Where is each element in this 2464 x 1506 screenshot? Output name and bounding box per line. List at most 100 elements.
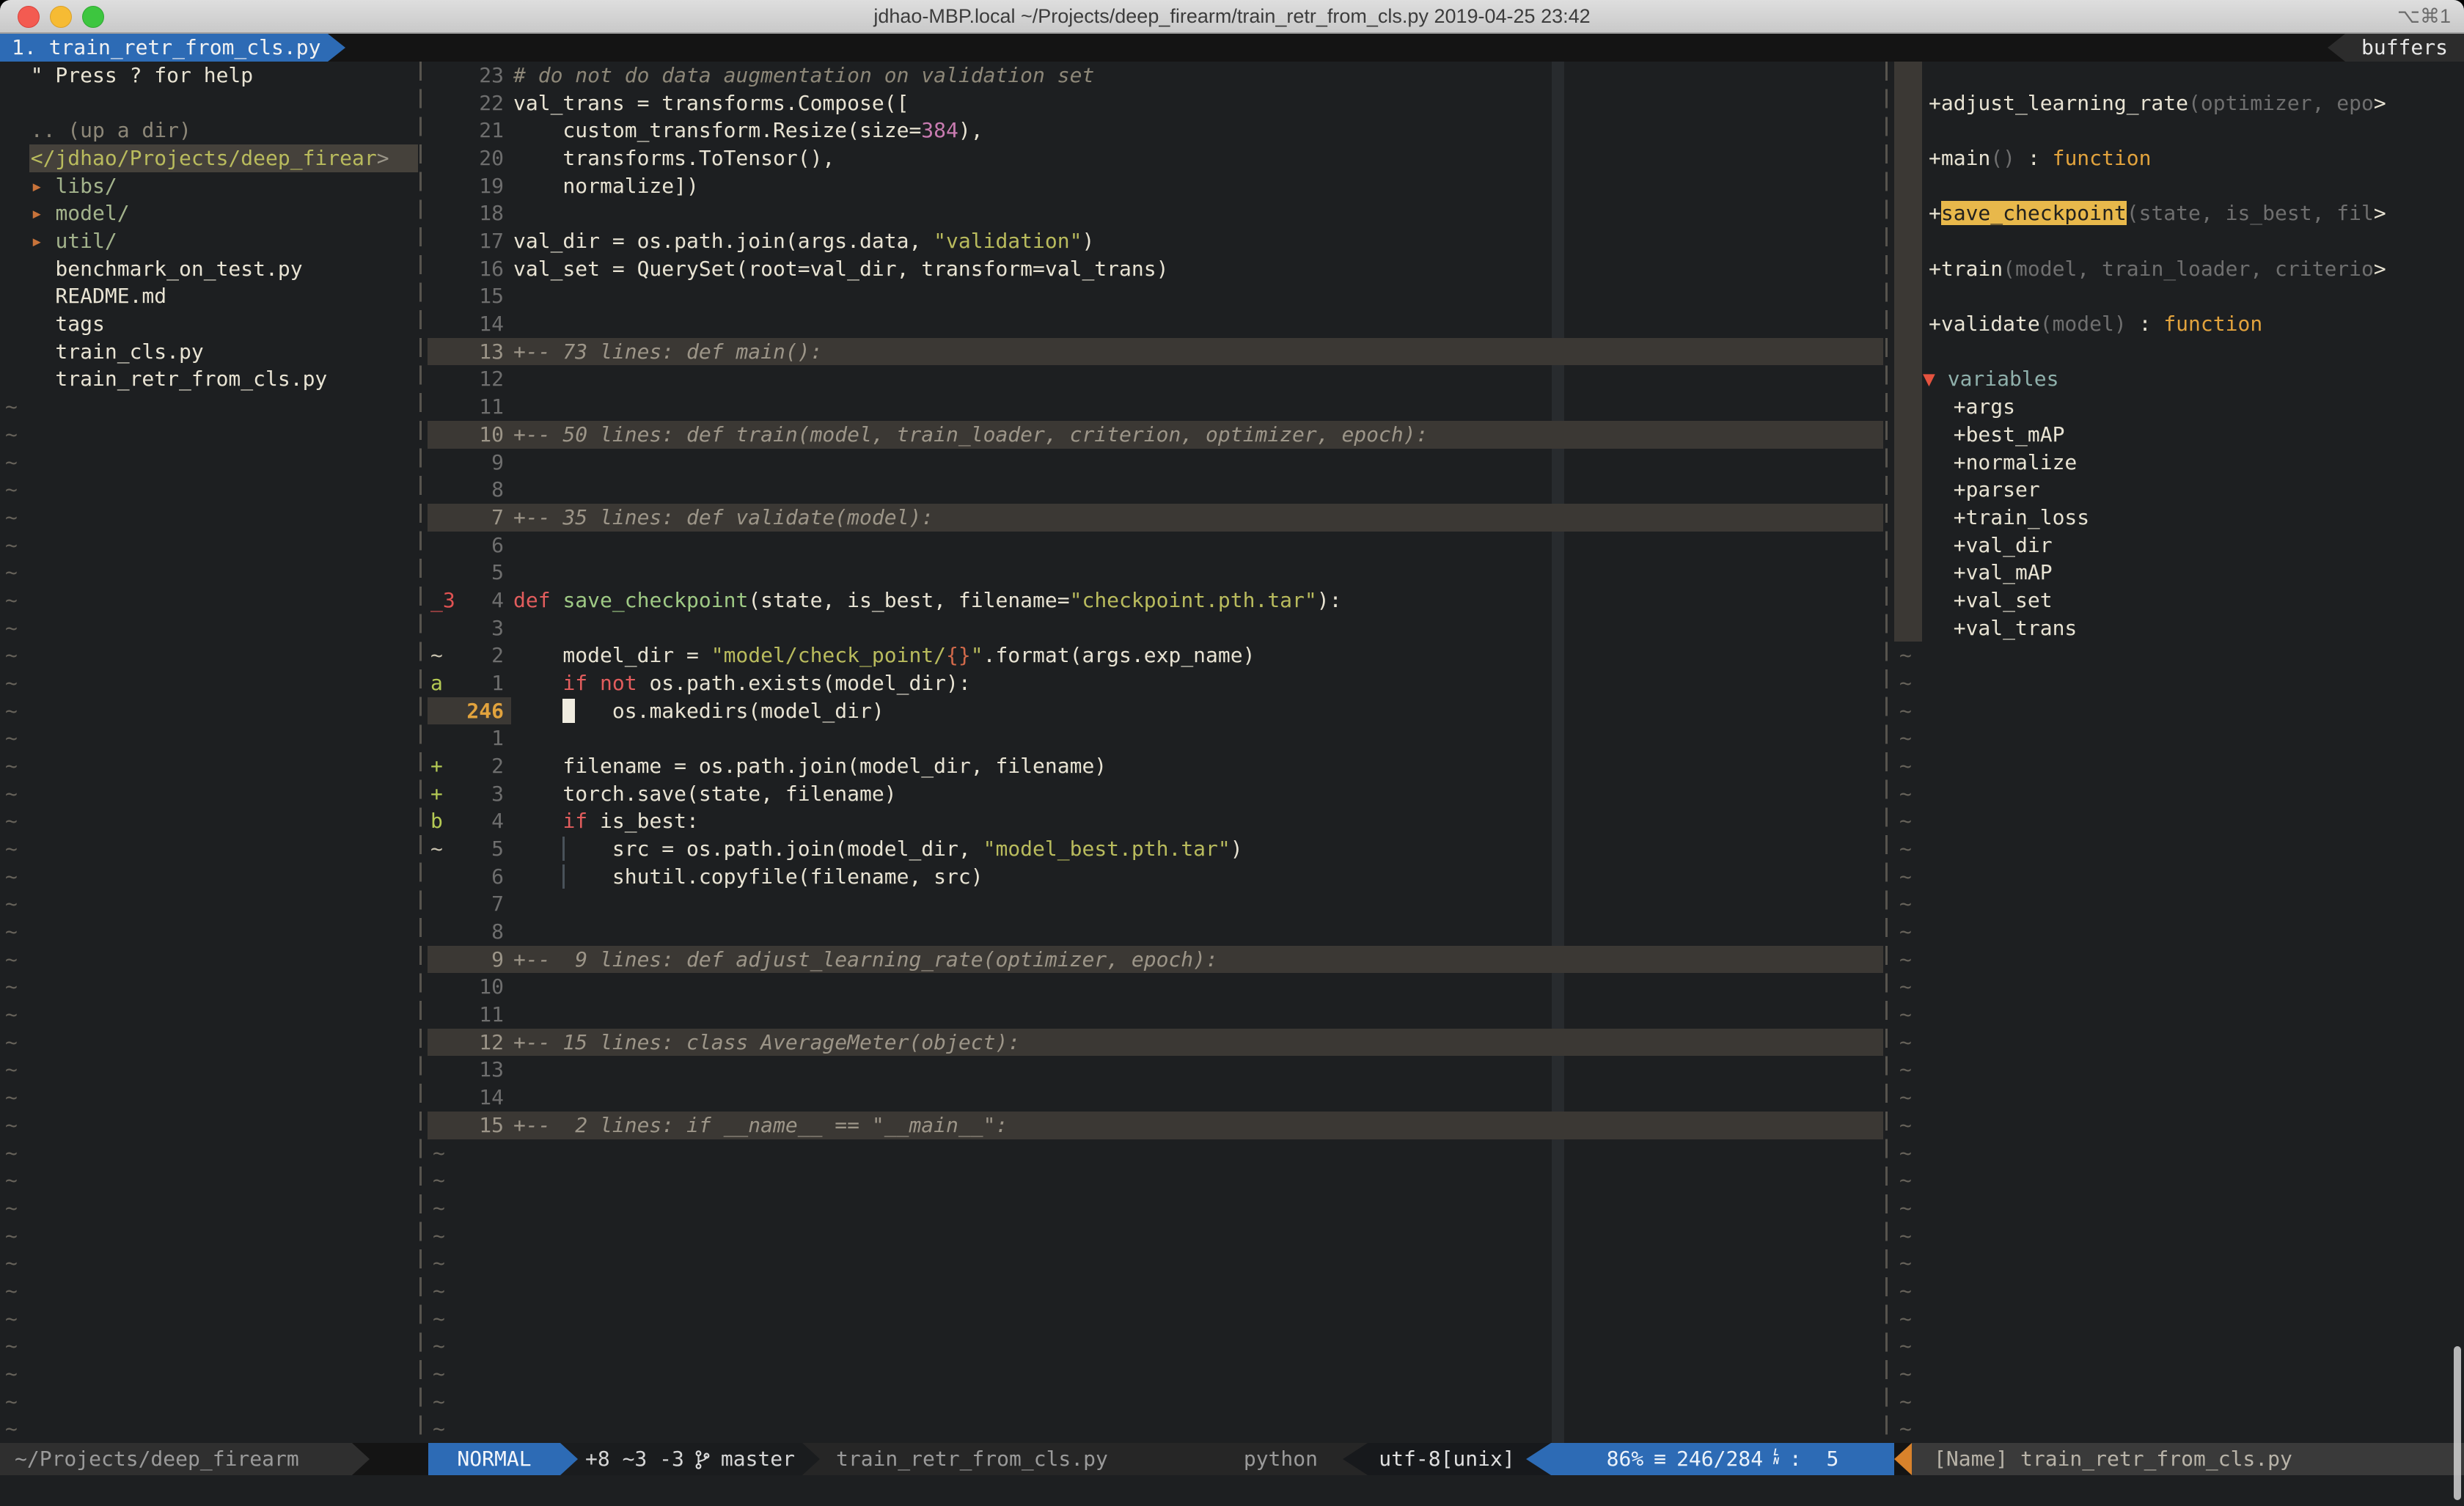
empty-line-tilde: ~ xyxy=(0,1056,418,1084)
empty-line-tilde: ~ xyxy=(1894,1305,2464,1333)
tree-up-dir[interactable]: .. (up a dir) xyxy=(0,117,418,144)
line-number: 19 xyxy=(457,172,504,200)
tree-file[interactable]: tags xyxy=(0,310,418,338)
tag-variable[interactable]: +train_loss xyxy=(1894,504,2464,532)
tree-dir-model[interactable]: ▸ model/ xyxy=(0,199,418,227)
fold-line[interactable]: 9+-- 9 lines: def adjust_learning_rate(o… xyxy=(428,946,1883,974)
tag-variable[interactable]: +val_trans xyxy=(1894,614,2464,642)
line-number: 3 xyxy=(457,780,504,808)
code-line[interactable]: ~5 src = os.path.join(model_dir, "model_… xyxy=(428,835,1883,863)
fold-line[interactable]: 12+-- 15 lines: class AverageMeter(objec… xyxy=(428,1029,1883,1057)
code-line[interactable]: 8 xyxy=(428,476,1883,504)
fold-line[interactable]: 13+-- 73 lines: def main(): xyxy=(428,338,1883,366)
code-line[interactable]: 23# do not do data augmentation on valid… xyxy=(428,62,1883,89)
code-line[interactable]: a1 if not os.path.exists(model_dir): xyxy=(428,669,1883,697)
nerdtree-panel[interactable]: " Press ? for help .. (up a dir) </jdhao… xyxy=(0,62,418,1443)
code-line[interactable]: 6 xyxy=(428,532,1883,559)
line-number: 12 xyxy=(457,365,504,393)
powerline-separator-icon xyxy=(1343,1443,1368,1475)
empty-line-tilde: ~ xyxy=(428,1305,1883,1333)
tree-dir-libs[interactable]: ▸ libs/ xyxy=(0,172,418,200)
code-line[interactable]: 19 normalize]) xyxy=(428,172,1883,200)
cursor-line[interactable]: 246 os.makedirs(model_dir) xyxy=(428,697,1883,725)
code-line[interactable]: 16val_set = QuerySet(root=val_dir, trans… xyxy=(428,255,1883,283)
empty-line-tilde: ~ xyxy=(1894,1167,2464,1194)
empty-line-tilde: ~ xyxy=(1894,1112,2464,1139)
code-line[interactable]: 14 xyxy=(428,1084,1883,1112)
empty-line-tilde: ~ xyxy=(0,1332,418,1360)
code-line[interactable]: 7 xyxy=(428,890,1883,918)
line-text: +-- 73 lines: def main(): xyxy=(513,338,822,366)
fold-line[interactable]: 7+-- 35 lines: def validate(model): xyxy=(428,504,1883,532)
code-line[interactable]: 18 xyxy=(428,199,1883,227)
empty-line-tilde: ~ xyxy=(1894,1277,2464,1305)
tag-variable[interactable]: +val_dir xyxy=(1894,532,2464,559)
tag-variable[interactable]: +parser xyxy=(1894,476,2464,504)
tree-dir-util[interactable]: ▸ util/ xyxy=(0,227,418,255)
code-line[interactable]: 17val_dir = os.path.join(args.data, "val… xyxy=(428,227,1883,255)
code-line[interactable]: 6 shutil.copyfile(filename, src) xyxy=(428,863,1883,891)
tag-function-adjust_learning_rate[interactable]: +adjust_learning_rate(optimizer, epo> xyxy=(1894,89,2464,117)
tag-section-variables[interactable]: ▼ variables xyxy=(1894,365,2464,393)
tag-variable[interactable]: +best_mAP xyxy=(1894,421,2464,449)
window-separator[interactable] xyxy=(419,62,422,1443)
code-line[interactable]: 20 transforms.ToTensor(), xyxy=(428,144,1883,172)
fold-line[interactable]: 15+-- 2 lines: if __name__ == "__main__"… xyxy=(428,1112,1883,1139)
tree-file[interactable]: train_retr_from_cls.py xyxy=(0,365,418,393)
scrollbar[interactable] xyxy=(2454,1346,2461,1500)
empty-line-tilde: ~ xyxy=(0,559,418,587)
empty-line-tilde: ~ xyxy=(0,1084,418,1112)
tag-function-save_checkpoint[interactable]: +save_checkpoint(state, is_best, fil> xyxy=(1894,199,2464,227)
tag-variable[interactable]: +args xyxy=(1894,393,2464,421)
code-panel[interactable]: 23# do not do data augmentation on valid… xyxy=(428,62,1883,1443)
code-line[interactable]: 15 xyxy=(428,282,1883,310)
tree-file[interactable]: benchmark_on_test.py xyxy=(0,255,418,283)
tag-function-train[interactable]: +train(model, train_loader, criterio> xyxy=(1894,255,2464,283)
code-line[interactable]: ~2 model_dir = "model/check_point/{}".fo… xyxy=(428,642,1883,669)
command-line[interactable] xyxy=(0,1475,2464,1506)
scroll-percent: 86% xyxy=(1607,1443,1644,1475)
line-number: 5 xyxy=(457,835,504,863)
statusline: ~/Projects/deep_firearm NORMAL +8 ~3 -3 … xyxy=(0,1443,2464,1475)
tag-function-validate[interactable]: +validate(model) : function xyxy=(1894,310,2464,338)
tag-variable[interactable]: +val_mAP xyxy=(1894,559,2464,587)
tree-file[interactable]: train_cls.py xyxy=(0,338,418,366)
empty-line-tilde: ~ xyxy=(428,1222,1883,1250)
line-number: 10 xyxy=(457,973,504,1001)
line-number: 11 xyxy=(457,1001,504,1029)
code-line[interactable]: 11 xyxy=(428,393,1883,421)
mode-indicator: NORMAL xyxy=(428,1443,560,1475)
tree-root[interactable]: </jdhao/Projects/deep_firear> xyxy=(0,144,418,172)
code-line[interactable]: +2 filename = os.path.join(model_dir, fi… xyxy=(428,752,1883,780)
code-line[interactable]: 14 xyxy=(428,310,1883,338)
tab-current[interactable]: 1. train_retr_from_cls.py xyxy=(0,34,328,62)
empty-line-tilde: ~ xyxy=(0,476,418,504)
code-line[interactable]: +3 torch.save(state, filename) xyxy=(428,780,1883,808)
code-line[interactable]: 5 xyxy=(428,559,1883,587)
code-line[interactable]: 1 xyxy=(428,724,1883,752)
code-line[interactable]: 8 xyxy=(428,918,1883,946)
empty-line-tilde: ~ xyxy=(0,1360,418,1388)
fold-line[interactable]: 10+-- 50 lines: def train(model, train_l… xyxy=(428,421,1883,449)
code-line[interactable]: b4 if is_best: xyxy=(428,807,1883,835)
window-separator[interactable] xyxy=(1885,62,1888,1443)
code-line[interactable]: _34def save_checkpoint(state, is_best, f… xyxy=(428,587,1883,614)
tree-file[interactable]: README.md xyxy=(0,282,418,310)
code-line[interactable]: 21 custom_transform.Resize(size=384), xyxy=(428,117,1883,144)
code-line[interactable]: 9 xyxy=(428,449,1883,477)
tag-function-main[interactable]: +main() : function xyxy=(1894,144,2464,172)
empty-line-tilde: ~ xyxy=(0,1194,418,1222)
tag-variable[interactable]: +normalize xyxy=(1894,449,2464,477)
code-line[interactable]: 11 xyxy=(428,1001,1883,1029)
empty-line-tilde: ~ xyxy=(0,890,418,918)
empty-line-tilde: ~ xyxy=(428,1388,1883,1416)
line-number: 10 xyxy=(457,421,504,449)
code-line[interactable]: 13 xyxy=(428,1056,1883,1084)
code-line[interactable]: 3 xyxy=(428,614,1883,642)
line-text: shutil.copyfile(filename, src) xyxy=(513,863,983,891)
code-line[interactable]: 12 xyxy=(428,365,1883,393)
tag-variable[interactable]: +val_set xyxy=(1894,587,2464,614)
code-line[interactable]: 10 xyxy=(428,973,1883,1001)
code-line[interactable]: 22val_trans = transforms.Compose([ xyxy=(428,89,1883,117)
tagbar-panel[interactable]: +adjust_learning_rate(optimizer, epo> +ma… xyxy=(1894,62,2464,1443)
